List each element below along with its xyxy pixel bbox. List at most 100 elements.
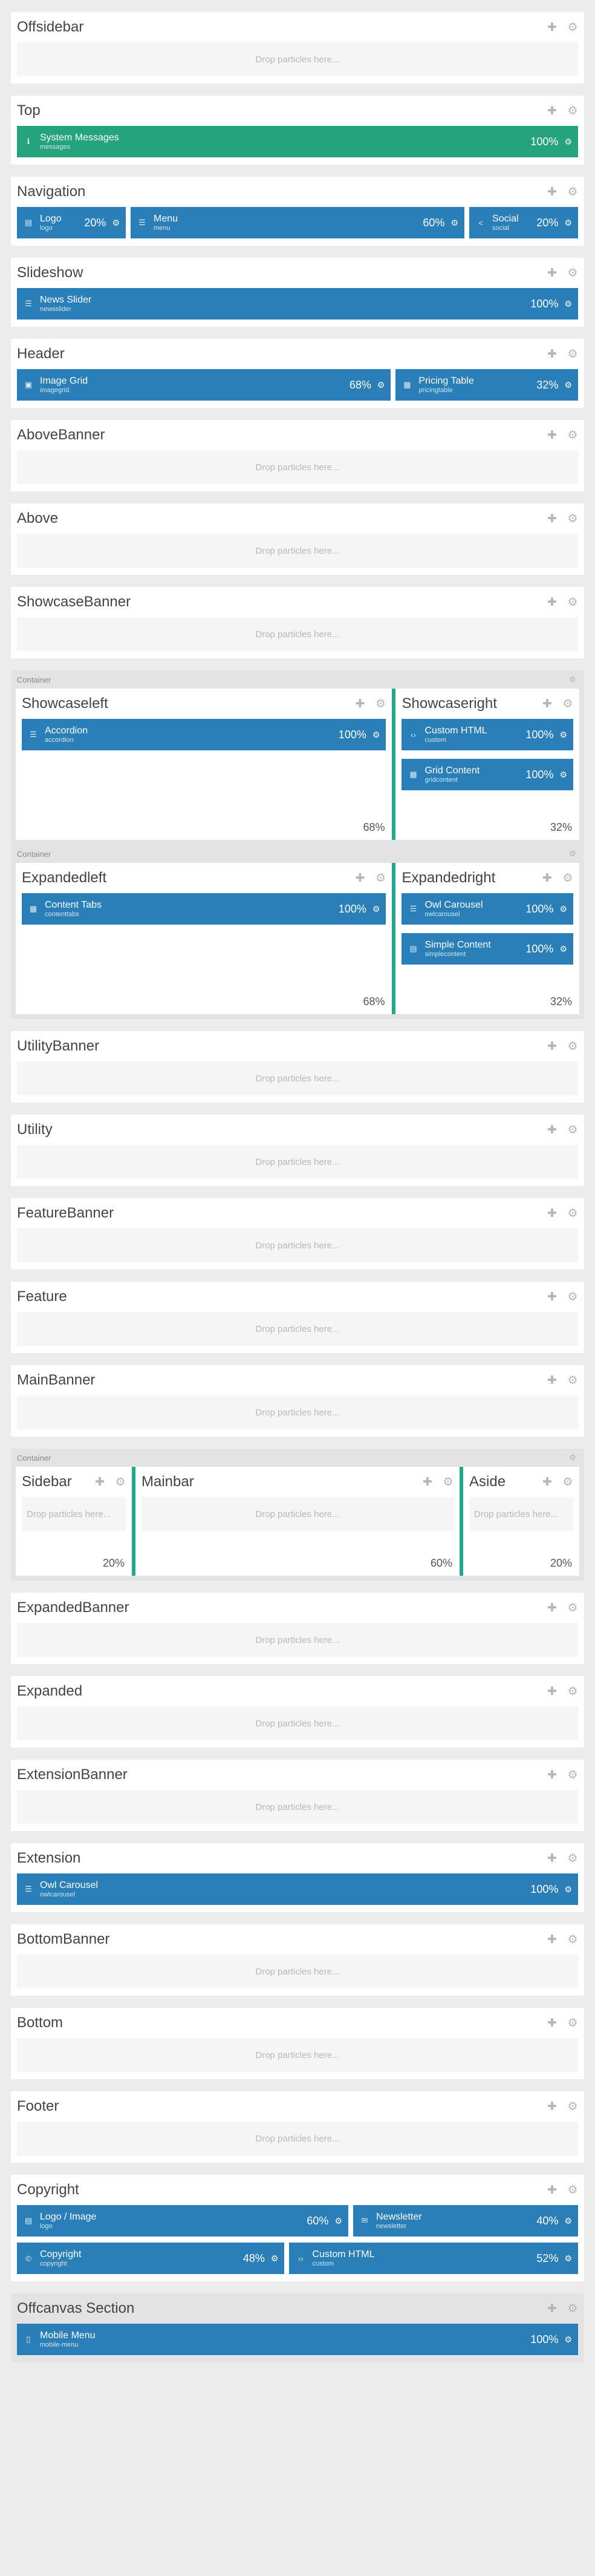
add-particle-icon[interactable]: ✚ (542, 1476, 553, 1489)
section-settings-icon[interactable]: ⚙ (567, 513, 578, 525)
drop-zone[interactable]: Drop particles here... (17, 42, 578, 76)
particle-system-messages[interactable]: ℹ System Messages messages 100% ⚙ (17, 126, 578, 157)
section-settings-icon[interactable]: ⚙ (567, 1685, 578, 1698)
add-particle-icon[interactable]: ✚ (547, 1685, 558, 1698)
particle-settings-icon[interactable]: ⚙ (564, 2216, 572, 2226)
container-settings-icon[interactable]: ⚙ (567, 674, 578, 685)
section-settings-icon[interactable]: ⚙ (567, 2302, 578, 2315)
section-settings-icon[interactable]: ⚙ (567, 348, 578, 361)
add-particle-icon[interactable]: ✚ (354, 698, 365, 710)
section-settings-icon[interactable]: ⚙ (567, 1291, 578, 1303)
particle-settings-icon[interactable]: ⚙ (564, 299, 572, 309)
add-particle-icon[interactable]: ✚ (547, 2184, 558, 2197)
drop-zone[interactable]: Drop particles here... (17, 1395, 578, 1429)
section-settings-icon[interactable]: ⚙ (567, 1374, 578, 1387)
particle-settings-icon[interactable]: ⚙ (564, 380, 572, 390)
particle-settings-icon[interactable]: ⚙ (372, 904, 380, 914)
section-settings-icon[interactable]: ⚙ (567, 1769, 578, 1781)
add-particle-icon[interactable]: ✚ (542, 872, 553, 885)
drop-zone[interactable]: Drop particles here... (17, 1312, 578, 1346)
drop-zone[interactable]: Drop particles here... (17, 1061, 578, 1095)
add-particle-icon[interactable]: ✚ (547, 2100, 558, 2113)
particle-custom-html[interactable]: ‹› Custom HTML custom 52% ⚙ (289, 2243, 578, 2274)
drop-zone[interactable]: Drop particles here... (17, 534, 578, 568)
add-particle-icon[interactable]: ✚ (547, 1374, 558, 1387)
particle-settings-icon[interactable]: ⚙ (564, 2253, 572, 2264)
drop-zone[interactable]: Drop particles here... (22, 1497, 126, 1531)
add-particle-icon[interactable]: ✚ (547, 1933, 558, 1946)
particle-pricing-table[interactable]: ▦ Pricing Table pricingtable 32% ⚙ (395, 369, 578, 401)
particle-image-grid[interactable]: ▣ Image Grid imagegrid 68% ⚙ (17, 369, 391, 401)
particle-simple-content[interactable]: ▤ Simple Content simplecontent 100% ⚙ (402, 933, 573, 965)
add-particle-icon[interactable]: ✚ (547, 2302, 558, 2315)
particle-settings-icon[interactable]: ⚙ (334, 2216, 342, 2226)
add-particle-icon[interactable]: ✚ (547, 1769, 558, 1781)
particle-settings-icon[interactable]: ⚙ (112, 218, 120, 228)
add-particle-icon[interactable]: ✚ (547, 513, 558, 525)
container-settings-icon[interactable]: ⚙ (567, 1452, 578, 1463)
section-settings-icon[interactable]: ⚙ (562, 698, 573, 710)
particle-copyright[interactable]: © Copyright copyright 48% ⚙ (17, 2243, 285, 2274)
particle-social[interactable]: < Social social 20% ⚙ (469, 207, 578, 238)
add-particle-icon[interactable]: ✚ (547, 1602, 558, 1614)
add-particle-icon[interactable]: ✚ (547, 596, 558, 609)
particle-menu[interactable]: ☰ Menu menu 60% ⚙ (131, 207, 464, 238)
particle-logo[interactable]: ▤ Logo logo 20% ⚙ (17, 207, 126, 238)
particle-settings-icon[interactable]: ⚙ (559, 944, 567, 954)
add-particle-icon[interactable]: ✚ (547, 1291, 558, 1303)
particle-logo-image[interactable]: ▤ Logo / Image logo 60% ⚙ (17, 2205, 348, 2237)
particle-grid-content[interactable]: ▦ Grid Content gridcontent 100% ⚙ (402, 759, 573, 790)
add-particle-icon[interactable]: ✚ (547, 429, 558, 442)
particle-news-slider[interactable]: ☰ News Slider newsslider 100% ⚙ (17, 288, 578, 320)
section-settings-icon[interactable]: ⚙ (562, 872, 573, 885)
add-particle-icon[interactable]: ✚ (547, 1040, 558, 1053)
section-settings-icon[interactable]: ⚙ (562, 1476, 573, 1489)
section-settings-icon[interactable]: ⚙ (567, 186, 578, 198)
particle-settings-icon[interactable]: ⚙ (564, 1884, 572, 1895)
drop-zone[interactable]: Drop particles here... (17, 1706, 578, 1740)
add-particle-icon[interactable]: ✚ (547, 2017, 558, 2030)
container-settings-icon[interactable]: ⚙ (567, 848, 578, 859)
add-particle-icon[interactable]: ✚ (547, 105, 558, 117)
drop-zone[interactable]: Drop particles here... (17, 450, 578, 484)
section-settings-icon[interactable]: ⚙ (567, 1207, 578, 1220)
add-particle-icon[interactable]: ✚ (542, 698, 553, 710)
particle-newsletter[interactable]: ✉ Newsletter newsletter 40% ⚙ (353, 2205, 578, 2237)
particle-settings-icon[interactable]: ⚙ (559, 770, 567, 780)
particle-settings-icon[interactable]: ⚙ (559, 730, 567, 740)
drop-zone[interactable]: Drop particles here... (17, 617, 578, 651)
particle-settings-icon[interactable]: ⚙ (559, 904, 567, 914)
section-settings-icon[interactable]: ⚙ (115, 1476, 126, 1489)
add-particle-icon[interactable]: ✚ (354, 872, 365, 885)
section-settings-icon[interactable]: ⚙ (567, 2100, 578, 2113)
particle-settings-icon[interactable]: ⚙ (564, 137, 572, 147)
add-particle-icon[interactable]: ✚ (547, 1207, 558, 1220)
section-settings-icon[interactable]: ⚙ (567, 2017, 578, 2030)
particle-settings-icon[interactable]: ⚙ (372, 730, 380, 740)
particle-settings-icon[interactable]: ⚙ (450, 218, 458, 228)
section-settings-icon[interactable]: ⚙ (375, 698, 386, 710)
section-settings-icon[interactable]: ⚙ (567, 1933, 578, 1946)
section-settings-icon[interactable]: ⚙ (567, 596, 578, 609)
section-settings-icon[interactable]: ⚙ (567, 2184, 578, 2197)
particle-mobile-menu[interactable]: ▯ Mobile Menu mobile-menu 100% ⚙ (17, 2324, 578, 2355)
particle-settings-icon[interactable]: ⚙ (564, 2335, 572, 2345)
add-particle-icon[interactable]: ✚ (547, 267, 558, 280)
drop-zone[interactable]: Drop particles here... (17, 1145, 578, 1179)
drop-zone[interactable]: Drop particles here... (17, 1955, 578, 1988)
add-particle-icon[interactable]: ✚ (94, 1476, 105, 1489)
section-settings-icon[interactable]: ⚙ (567, 1602, 578, 1614)
add-particle-icon[interactable]: ✚ (547, 186, 558, 198)
section-settings-icon[interactable]: ⚙ (567, 429, 578, 442)
drop-zone[interactable]: Drop particles here... (17, 1790, 578, 1824)
particle-content-tabs[interactable]: ▦ Content Tabs contenttabs 100% ⚙ (22, 893, 386, 925)
drop-zone[interactable]: Drop particles here... (469, 1497, 573, 1531)
section-settings-icon[interactable]: ⚙ (567, 1852, 578, 1865)
drop-zone[interactable]: Drop particles here... (17, 1228, 578, 1262)
section-settings-icon[interactable]: ⚙ (567, 1124, 578, 1136)
add-particle-icon[interactable]: ✚ (547, 21, 558, 34)
add-particle-icon[interactable]: ✚ (547, 1124, 558, 1136)
particle-settings-icon[interactable]: ⚙ (377, 380, 385, 390)
particle-settings-icon[interactable]: ⚙ (564, 218, 572, 228)
add-particle-icon[interactable]: ✚ (547, 348, 558, 361)
